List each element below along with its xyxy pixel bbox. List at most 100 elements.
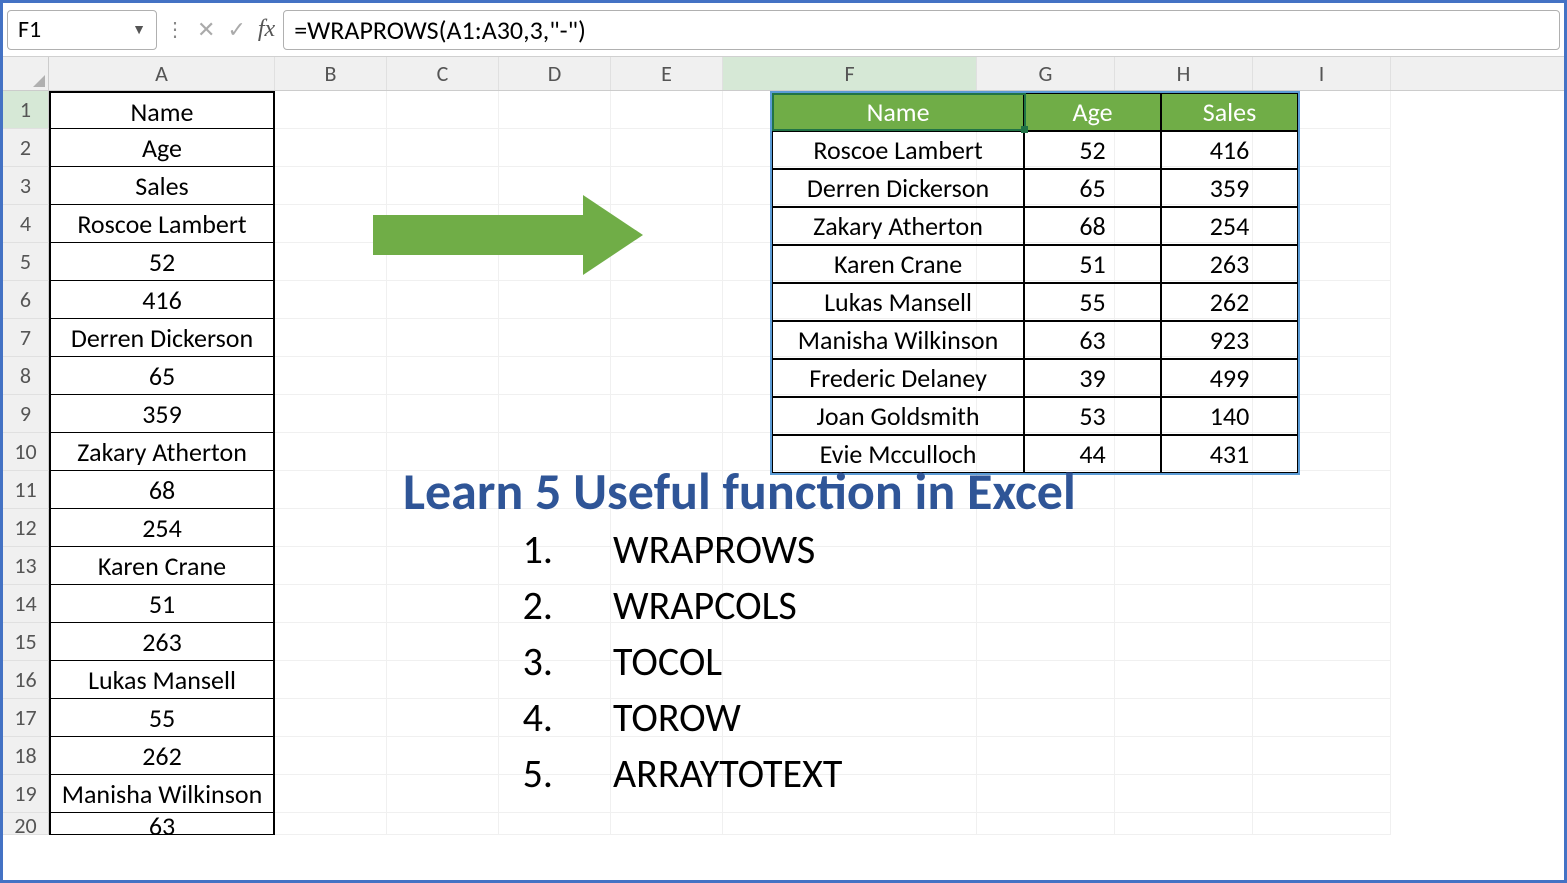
cell[interactable]	[275, 585, 387, 623]
cell[interactable]	[1115, 585, 1253, 623]
row-header[interactable]: 14	[3, 585, 49, 623]
output-header-sales[interactable]: Sales	[1161, 93, 1298, 131]
cell[interactable]	[275, 395, 387, 433]
accept-icon[interactable]: ✓	[227, 16, 245, 43]
cell[interactable]	[1115, 775, 1253, 813]
cell[interactable]	[1253, 547, 1391, 585]
cell[interactable]: Karen Crane	[49, 547, 275, 585]
cell[interactable]	[499, 129, 611, 167]
output-cell[interactable]: 140	[1161, 397, 1298, 435]
cell[interactable]	[387, 775, 499, 813]
cell[interactable]: 65	[49, 357, 275, 395]
cell[interactable]	[275, 205, 387, 243]
cell[interactable]: 63	[49, 813, 275, 835]
row-header[interactable]: 8	[3, 357, 49, 395]
cell[interactable]	[387, 281, 499, 319]
cell[interactable]: Roscoe Lambert	[49, 205, 275, 243]
cell[interactable]	[387, 167, 499, 205]
output-cell[interactable]: 923	[1161, 321, 1298, 359]
chevron-down-icon[interactable]: ▼	[132, 21, 146, 38]
output-cell[interactable]: 65	[1024, 169, 1161, 207]
more-icon[interactable]: ⋮	[165, 17, 185, 42]
cell[interactable]	[1253, 509, 1391, 547]
row-header[interactable]: 5	[3, 243, 49, 281]
cell[interactable]	[275, 813, 387, 835]
cell[interactable]	[1253, 699, 1391, 737]
cell[interactable]: 254	[49, 509, 275, 547]
row-header[interactable]: 12	[3, 509, 49, 547]
cell[interactable]	[275, 775, 387, 813]
cell[interactable]: Zakary Atherton	[49, 433, 275, 471]
cell[interactable]: Age	[49, 129, 275, 167]
row-header[interactable]: 6	[3, 281, 49, 319]
cell[interactable]	[977, 585, 1115, 623]
name-box[interactable]: F1 ▼	[7, 10, 157, 50]
cell[interactable]	[275, 129, 387, 167]
select-all-corner[interactable]	[3, 57, 49, 90]
formula-input[interactable]: =WRAPROWS(A1:A30,3,"-")	[283, 10, 1560, 50]
cell[interactable]	[1115, 699, 1253, 737]
cell[interactable]	[387, 395, 499, 433]
row-header[interactable]: 16	[3, 661, 49, 699]
output-cell[interactable]: Derren Dickerson	[772, 169, 1024, 207]
cell[interactable]	[387, 357, 499, 395]
cell[interactable]	[1115, 623, 1253, 661]
cell[interactable]	[275, 471, 387, 509]
col-header-C[interactable]: C	[387, 57, 499, 90]
col-header-I[interactable]: I	[1253, 57, 1391, 90]
cell[interactable]	[275, 699, 387, 737]
cell[interactable]: Name	[49, 91, 275, 129]
cell[interactable]: Manisha Wilkinson	[49, 775, 275, 813]
output-cell[interactable]: Lukas Mansell	[772, 283, 1024, 321]
cell[interactable]	[275, 243, 387, 281]
cell[interactable]	[611, 91, 723, 129]
output-cell[interactable]: Joan Goldsmith	[772, 397, 1024, 435]
cell[interactable]	[387, 319, 499, 357]
cell[interactable]	[1253, 661, 1391, 699]
cell[interactable]: 55	[49, 699, 275, 737]
col-header-E[interactable]: E	[611, 57, 723, 90]
cell[interactable]	[1115, 509, 1253, 547]
cell[interactable]: Derren Dickerson	[49, 319, 275, 357]
cell[interactable]: Lukas Mansell	[49, 661, 275, 699]
cell[interactable]	[387, 91, 499, 129]
row-header[interactable]: 9	[3, 395, 49, 433]
col-header-G[interactable]: G	[977, 57, 1115, 90]
cell[interactable]	[387, 547, 499, 585]
cell[interactable]: 52	[49, 243, 275, 281]
output-cell[interactable]: Zakary Atherton	[772, 207, 1024, 245]
cell[interactable]	[387, 623, 499, 661]
cell[interactable]: 68	[49, 471, 275, 509]
cell[interactable]	[611, 813, 723, 835]
row-header[interactable]: 18	[3, 737, 49, 775]
cell[interactable]: Sales	[49, 167, 275, 205]
cell[interactable]	[387, 661, 499, 699]
cell[interactable]	[1253, 737, 1391, 775]
output-header-age[interactable]: Age	[1024, 93, 1161, 131]
output-cell[interactable]: 63	[1024, 321, 1161, 359]
row-header[interactable]: 3	[3, 167, 49, 205]
cell[interactable]	[977, 661, 1115, 699]
cell[interactable]	[499, 395, 611, 433]
output-header-name[interactable]: Name	[772, 93, 1024, 131]
output-cell[interactable]: 51	[1024, 245, 1161, 283]
cell[interactable]	[387, 737, 499, 775]
cancel-icon[interactable]: ✕	[197, 16, 215, 43]
cell[interactable]	[1253, 813, 1391, 835]
cell[interactable]	[1115, 813, 1253, 835]
col-header-D[interactable]: D	[499, 57, 611, 90]
cell[interactable]	[1253, 471, 1391, 509]
output-cell[interactable]: 431	[1161, 435, 1298, 473]
cell[interactable]	[387, 813, 499, 835]
cell[interactable]	[275, 737, 387, 775]
cell[interactable]	[275, 357, 387, 395]
row-header[interactable]: 19	[3, 775, 49, 813]
cell[interactable]	[387, 129, 499, 167]
cell[interactable]	[611, 281, 723, 319]
cell[interactable]	[1115, 471, 1253, 509]
output-cell[interactable]: 52	[1024, 131, 1161, 169]
row-header[interactable]: 17	[3, 699, 49, 737]
cell[interactable]	[1115, 547, 1253, 585]
col-header-A[interactable]: A	[49, 57, 275, 90]
col-header-B[interactable]: B	[275, 57, 387, 90]
